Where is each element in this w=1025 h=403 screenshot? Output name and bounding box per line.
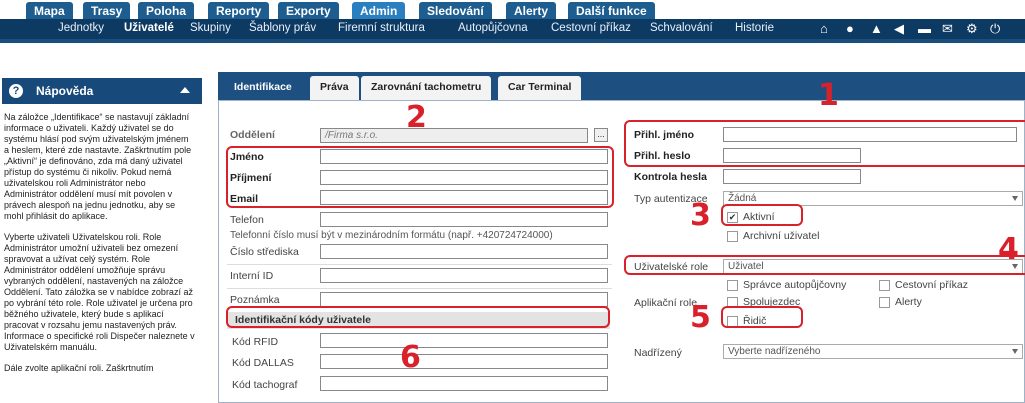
supervisor-label: Nadřízený (634, 347, 682, 359)
settings-icon[interactable]: ⚙ (966, 21, 978, 37)
center-number-label: Číslo střediska (230, 246, 299, 258)
annotation-box-login (624, 120, 1025, 167)
department-picker-button[interactable]: ... (594, 128, 608, 142)
tab-admin[interactable]: Admin (352, 2, 406, 20)
rental-admin-label: Správce autopůjčovny (743, 279, 847, 291)
phone-note: Telefonní číslo musí být v mezinárodním … (230, 230, 553, 241)
help-icon: ? (9, 84, 23, 98)
top-nav: Mapa Trasy Poloha Reporty Exporty Admin … (0, 0, 1025, 20)
note-field[interactable] (320, 292, 608, 307)
subnav-historie[interactable]: Historie (735, 22, 774, 34)
app-role-label: Aplikační role (634, 297, 698, 309)
department-label: Oddělení (230, 129, 275, 141)
subnav-jednotky[interactable]: Jednotky (58, 22, 104, 34)
power-icon[interactable]: ⏻ (990, 21, 1000, 37)
supervisor-select[interactable]: Vyberte nadřízeného (723, 344, 1023, 359)
tachograph-field[interactable] (320, 376, 608, 391)
tab-zarovnani-tachometru[interactable]: Zarovnání tachometru (361, 76, 492, 100)
annotation-box-driver (721, 306, 803, 328)
annotation-box-user-role (624, 255, 1025, 275)
annotation-number-1: 1 (818, 78, 839, 113)
annotation-number-4: 4 (998, 232, 1019, 267)
mail-icon[interactable]: ✉ (942, 21, 953, 37)
divider (227, 264, 612, 265)
tab-dalsi-funkce[interactable]: Další funkce (568, 2, 655, 20)
travel-order-label: Cestovní příkaz (895, 279, 968, 291)
annotation-box-codes (226, 306, 610, 328)
tab-prava[interactable]: Práva (310, 76, 359, 100)
annotation-number-3: 3 (690, 198, 711, 233)
phone-label: Telefon (230, 214, 264, 226)
form-tabbar: Identifikace Práva Zarovnání tachometru … (218, 72, 1025, 100)
annotation-box-active (721, 204, 803, 226)
help-text: Na záložce „Identifikace“ se nastavují z… (4, 112, 196, 384)
subnav-autopujcovna[interactable]: Autopůjčovna (458, 22, 528, 34)
note-label: Poznámka (230, 294, 280, 306)
auth-type-value: Žádná (728, 193, 757, 204)
password-check-field[interactable] (723, 169, 861, 184)
phone-field[interactable] (320, 212, 608, 227)
password-check-label: Kontrola hesla (634, 171, 707, 183)
home-icon[interactable]: ⌂ (820, 21, 828, 36)
sub-nav: Jednotky Uživatelé Skupiny Šablony práv … (0, 19, 1025, 39)
annotation-box-identity (226, 146, 614, 208)
tab-identifikace[interactable]: Identifikace (224, 76, 302, 100)
sound-icon[interactable]: ◀ (894, 21, 904, 37)
rfid-label: Kód RFID (232, 336, 279, 348)
subnav-cestovni-prikaz[interactable]: Cestovní příkaz (551, 22, 631, 34)
department-field: /Firma s.r.o. (320, 128, 588, 143)
collapse-icon[interactable] (180, 87, 190, 93)
divider (227, 288, 612, 289)
tab-exporty[interactable]: Exporty (278, 2, 339, 20)
internal-id-field[interactable] (320, 268, 608, 283)
archive-label: Archivní uživatel (743, 230, 820, 242)
archive-checkbox[interactable] (727, 231, 738, 242)
rfid-field[interactable] (320, 333, 608, 348)
chat-icon[interactable]: ● (846, 21, 854, 36)
tab-car-terminal[interactable]: Car Terminal (498, 76, 582, 100)
tab-sledovani[interactable]: Sledování (419, 2, 492, 20)
chevron-down-icon (1012, 349, 1018, 354)
subnav-skupiny[interactable]: Skupiny (190, 22, 231, 34)
travel-order-checkbox[interactable] (879, 280, 890, 291)
rental-admin-checkbox[interactable] (727, 280, 738, 291)
subnav-schvalovani[interactable]: Schvalování (650, 22, 713, 34)
tab-trasy[interactable]: Trasy (83, 2, 131, 20)
subnav-uzivatele[interactable]: Uživatelé (124, 22, 174, 34)
folder-icon[interactable]: ▬ (918, 21, 931, 36)
dallas-field[interactable] (320, 354, 608, 369)
annotation-number-2: 2 (406, 100, 427, 135)
help-paragraph: Vyberte uživateli Uživatelskou roli. Rol… (4, 232, 195, 352)
supervisor-value: Vyberte nadřízeného (728, 346, 821, 357)
chevron-down-icon (1012, 196, 1018, 201)
alerts-label: Alerty (895, 296, 922, 308)
dallas-label: Kód DALLAS (232, 357, 294, 369)
annotation-number-6: 6 (400, 340, 421, 375)
help-paragraph: Na záložce „Identifikace“ se nastavují z… (4, 112, 192, 221)
warning-icon[interactable]: ▲ (870, 21, 883, 36)
subnav-firemni-struktura[interactable]: Firemní struktura (338, 22, 425, 34)
help-title: Nápověda (36, 84, 94, 98)
help-paragraph: Dále zvolte aplikační roli. Zaškrtnutím (4, 363, 154, 373)
nav-divider (0, 39, 1025, 43)
subnav-sablony-prav[interactable]: Šablony práv (249, 22, 316, 34)
tachograph-label: Kód tachograf (232, 379, 298, 391)
center-number-field[interactable] (320, 244, 608, 259)
tab-mapa[interactable]: Mapa (26, 2, 73, 20)
tab-alerty[interactable]: Alerty (506, 2, 557, 20)
help-panel: ? Nápověda Na záložce „Identifikace“ se … (2, 78, 202, 403)
help-header[interactable]: ? Nápověda (2, 78, 202, 104)
alerts-checkbox[interactable] (879, 297, 890, 308)
tab-poloha[interactable]: Poloha (138, 2, 195, 20)
internal-id-label: Interní ID (230, 270, 274, 282)
tab-reporty[interactable]: Reporty (208, 2, 270, 20)
annotation-number-5: 5 (690, 300, 711, 335)
